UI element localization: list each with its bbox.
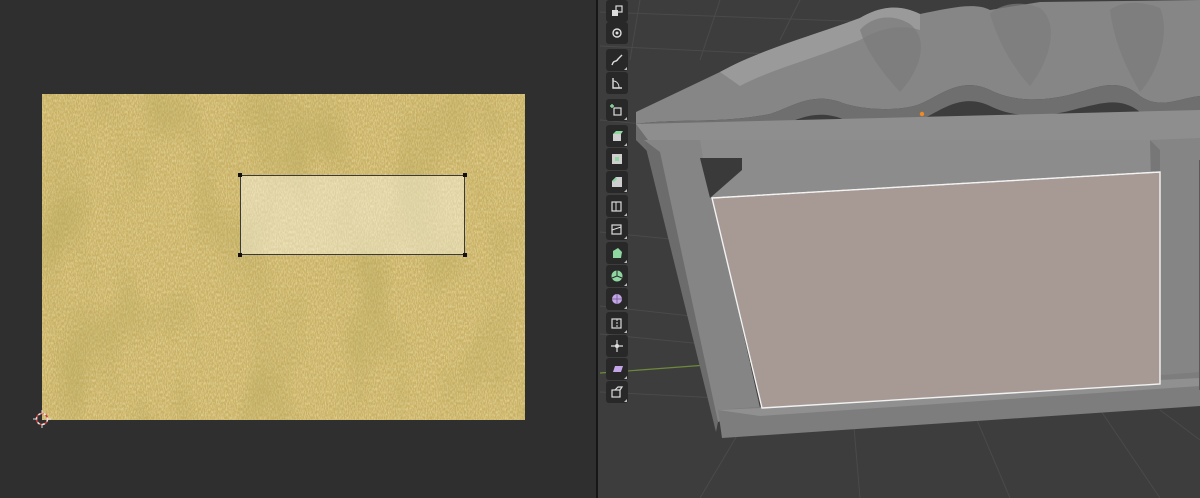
knife-tool-icon[interactable] xyxy=(606,218,628,240)
edge-slide-tool-icon[interactable] xyxy=(606,312,628,334)
poly-build-tool-icon[interactable] xyxy=(606,242,628,264)
shrink-fatten-tool-icon[interactable] xyxy=(606,335,628,357)
inset-faces-tool-icon[interactable] xyxy=(606,148,628,170)
bevel-tool-icon[interactable] xyxy=(606,171,628,193)
extrude-region-tool-icon[interactable] xyxy=(606,125,628,147)
shear-tool-icon[interactable] xyxy=(606,358,628,380)
uv-editor-panel[interactable] xyxy=(0,0,596,498)
smooth-tool-icon[interactable] xyxy=(606,288,628,310)
object-origin xyxy=(919,111,925,117)
2d-cursor-icon[interactable] xyxy=(33,410,51,428)
uv-vertex[interactable] xyxy=(463,173,467,177)
viewport-scene xyxy=(599,0,1200,498)
uv-vertex[interactable] xyxy=(463,253,467,257)
tool-shelf xyxy=(602,0,628,408)
loop-cut-tool-icon[interactable] xyxy=(606,195,628,217)
add-cube-tool-icon[interactable] xyxy=(606,99,628,121)
spin-tool-icon[interactable] xyxy=(606,265,628,287)
gold-foil-texture-image xyxy=(42,94,525,420)
select-box-tool-icon[interactable] xyxy=(606,0,628,22)
cursor-tool-icon[interactable] xyxy=(606,22,628,44)
selected-face xyxy=(711,171,1161,409)
uv-vertex[interactable] xyxy=(238,253,242,257)
annotate-tool-icon[interactable] xyxy=(606,49,628,71)
rip-region-tool-icon[interactable] xyxy=(606,381,628,403)
uv-vertex[interactable] xyxy=(238,173,242,177)
uv-island-selection[interactable] xyxy=(240,175,465,255)
3d-viewport[interactable] xyxy=(598,0,1200,498)
measure-tool-icon[interactable] xyxy=(606,72,628,94)
